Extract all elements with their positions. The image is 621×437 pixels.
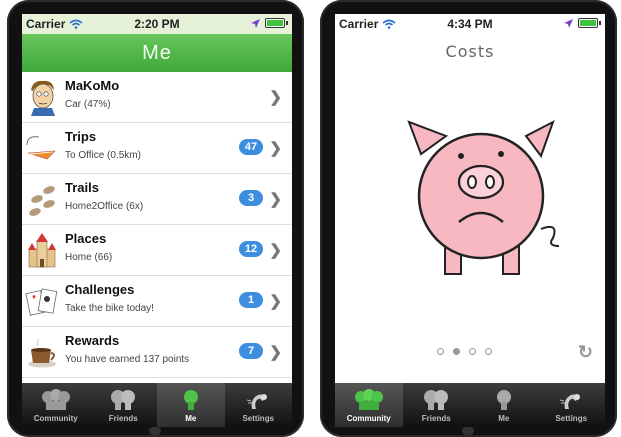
tab-community[interactable]: Community xyxy=(335,383,403,427)
community-icon xyxy=(41,389,70,410)
page-indicator[interactable] xyxy=(437,348,492,355)
tab-label: Me xyxy=(498,414,510,423)
me-screen: Carrier 2:20 PM Me MaKoMo Car (47%) ❯ Tr… xyxy=(22,14,292,427)
chevron-right-icon: ❯ xyxy=(269,242,282,259)
row-title: Challenges xyxy=(65,282,135,297)
count-badge: 7 xyxy=(239,343,263,359)
tab-settings[interactable]: Settings xyxy=(538,383,606,427)
list-item-trips[interactable]: Trips To Office (0.5km) 47 ❯ xyxy=(22,123,292,174)
list-item-trails[interactable]: Trails Home2Office (6x) 3 ❯ xyxy=(22,174,292,225)
page-dot[interactable] xyxy=(485,348,492,355)
tab-me[interactable]: Me xyxy=(157,383,225,427)
battery-icon xyxy=(265,18,285,28)
trips-icon xyxy=(26,136,56,160)
chevron-right-icon: ❯ xyxy=(269,293,282,310)
tab-label: Friends xyxy=(421,414,451,423)
me-icon xyxy=(183,390,198,410)
status-bar: Carrier 4:34 PM xyxy=(335,14,605,34)
me-icon xyxy=(496,390,511,410)
tab-label: Me xyxy=(185,414,197,423)
home-button[interactable] xyxy=(149,427,161,435)
count-badge: 3 xyxy=(239,190,263,206)
castle-icon xyxy=(28,233,56,268)
coffee-cup-icon xyxy=(28,338,56,368)
settings-icon xyxy=(247,394,268,409)
row-title: Trails xyxy=(65,180,99,195)
tab-label: Community xyxy=(33,414,78,423)
tab-settings[interactable]: Settings xyxy=(225,383,293,427)
chevron-right-icon: ❯ xyxy=(269,89,282,106)
chevron-right-icon: ❯ xyxy=(269,344,282,361)
row-title: Rewards xyxy=(65,333,120,348)
list-item-challenges[interactable]: Challenges Take the bike today! 1 ❯ xyxy=(22,276,292,327)
friends-icon xyxy=(111,390,136,410)
sad-pig-illustration xyxy=(407,119,560,275)
list-item-rewards[interactable]: Rewards You have earned 137 points 7 ❯ xyxy=(22,327,292,378)
tab-label: Settings xyxy=(555,414,588,423)
row-subtitle: To Office (0.5km) xyxy=(65,150,141,161)
page-dot-active[interactable] xyxy=(453,348,460,355)
menu-list: MaKoMo Car (47%) ❯ Trips To Office (0.5k… xyxy=(22,72,292,378)
count-badge: 1 xyxy=(239,292,263,308)
battery-icon xyxy=(578,18,598,28)
costs-screen: Carrier 4:34 PM Costs ↻ Community Friend… xyxy=(335,14,605,427)
count-badge: 47 xyxy=(239,139,263,155)
row-title: Trips xyxy=(65,129,97,144)
avatar xyxy=(31,80,55,116)
location-icon xyxy=(564,18,573,28)
tab-label: Community xyxy=(346,414,391,423)
tab-community[interactable]: Community xyxy=(22,383,90,427)
settings-icon xyxy=(560,394,581,409)
row-subtitle: Take the bike today! xyxy=(65,303,154,314)
row-subtitle: Home2Office (6x) xyxy=(65,201,144,212)
tab-friends[interactable]: Friends xyxy=(90,383,158,427)
home-button[interactable] xyxy=(462,427,474,435)
tab-label: Settings xyxy=(242,414,275,423)
page-title: Costs xyxy=(445,42,495,61)
list-item-places[interactable]: Places Home (66) 12 ❯ xyxy=(22,225,292,276)
tab-label: Friends xyxy=(108,414,138,423)
page-title: Me xyxy=(142,41,172,64)
chevron-right-icon: ❯ xyxy=(269,140,282,157)
location-icon xyxy=(251,18,260,28)
tab-bar: Community Friends Me Settings xyxy=(335,383,605,427)
footprints-icon xyxy=(29,186,55,216)
page-dot[interactable] xyxy=(437,348,444,355)
page-dot[interactable] xyxy=(469,348,476,355)
row-title: Places xyxy=(65,231,107,246)
count-badge: 12 xyxy=(239,241,263,257)
status-bar: Carrier 2:20 PM xyxy=(22,14,292,34)
cards-icon xyxy=(25,288,58,316)
community-icon xyxy=(354,389,383,410)
friends-icon xyxy=(424,390,449,410)
right-phone: Carrier 4:34 PM Costs ↻ Community Friend… xyxy=(320,0,617,437)
row-subtitle: Home (66) xyxy=(65,252,113,263)
left-phone: Carrier 2:20 PM Me MaKoMo Car (47%) ❯ Tr… xyxy=(7,0,304,437)
row-subtitle: You have earned 137 points xyxy=(65,354,190,365)
list-item-makomo[interactable]: MaKoMo Car (47%) ❯ xyxy=(22,72,292,123)
nav-bar: Me xyxy=(22,34,292,72)
row-subtitle: Car (47%) xyxy=(65,99,111,110)
row-title: MaKoMo xyxy=(65,78,120,93)
tab-friends[interactable]: Friends xyxy=(403,383,471,427)
tab-me[interactable]: Me xyxy=(470,383,538,427)
tab-bar: Community Friends Me Settings xyxy=(22,383,292,427)
chevron-right-icon: ❯ xyxy=(269,191,282,208)
refresh-icon[interactable]: ↻ xyxy=(578,342,593,363)
